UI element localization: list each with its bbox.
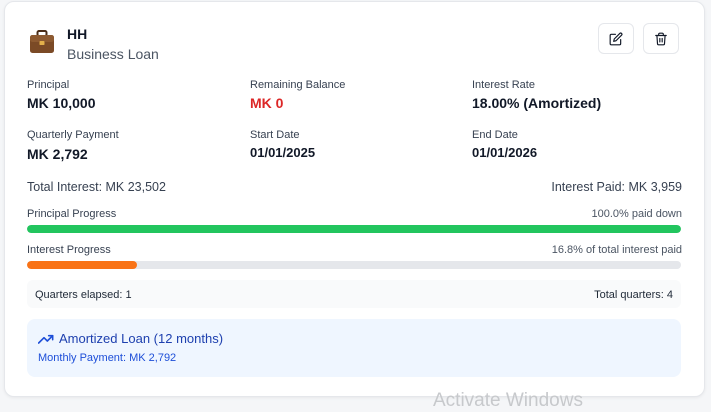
principal-progress-status: 100.0% paid down (591, 208, 682, 220)
remaining-balance-label: Remaining Balance (250, 79, 346, 91)
interest-progress-fill (27, 261, 137, 269)
total-interest: Total Interest: MK 23,502 (27, 180, 166, 194)
edit-icon (609, 32, 623, 45)
principal-progress-bar (27, 225, 681, 233)
quarterly-payment-value: MK 2,792 (27, 146, 88, 162)
principal-progress-label: Principal Progress (27, 208, 117, 220)
interest-rate-label: Interest Rate (472, 79, 535, 91)
remaining-balance-value: MK 0 (250, 95, 284, 111)
interest-progress-status: 16.8% of total interest paid (551, 244, 682, 256)
interest-progress-bar (27, 261, 681, 269)
interest-paid: Interest Paid: MK 3,959 (551, 180, 682, 194)
principal-progress-fill (27, 225, 681, 233)
edit-button[interactable] (598, 23, 634, 54)
end-date-value: 01/01/2026 (472, 145, 538, 160)
interest-progress-label: Interest Progress (27, 244, 111, 256)
amortized-loan-title: Amortized Loan (12 months) (59, 331, 224, 346)
delete-button[interactable] (643, 23, 679, 54)
trending-up-icon (38, 334, 54, 344)
quarters-summary: Quarters elapsed: 1 Total quarters: 4 (27, 280, 681, 308)
end-date-label: End Date (472, 129, 518, 141)
amortized-loan-panel: Amortized Loan (12 months) Monthly Payme… (27, 319, 681, 377)
principal-value: MK 10,000 (27, 95, 96, 111)
briefcase-icon (30, 30, 54, 53)
start-date-value: 01/01/2025 (250, 145, 316, 160)
start-date-label: Start Date (250, 129, 300, 141)
quarters-elapsed: Quarters elapsed: 1 (35, 289, 132, 301)
loan-card: HH Business Loan Principal MK 10,000 Rem… (4, 1, 705, 397)
principal-label: Principal (27, 79, 70, 91)
total-quarters: Total quarters: 4 (594, 289, 673, 301)
interest-rate-value: 18.00% (Amortized) (472, 95, 602, 111)
monthly-payment: Monthly Payment: MK 2,792 (38, 352, 177, 364)
quarterly-payment-label: Quarterly Payment (27, 129, 119, 141)
activate-windows-watermark: Activate Windows (433, 390, 583, 411)
trash-icon (655, 32, 667, 45)
loan-type: Business Loan (67, 46, 159, 62)
loan-title: HH (67, 26, 88, 42)
